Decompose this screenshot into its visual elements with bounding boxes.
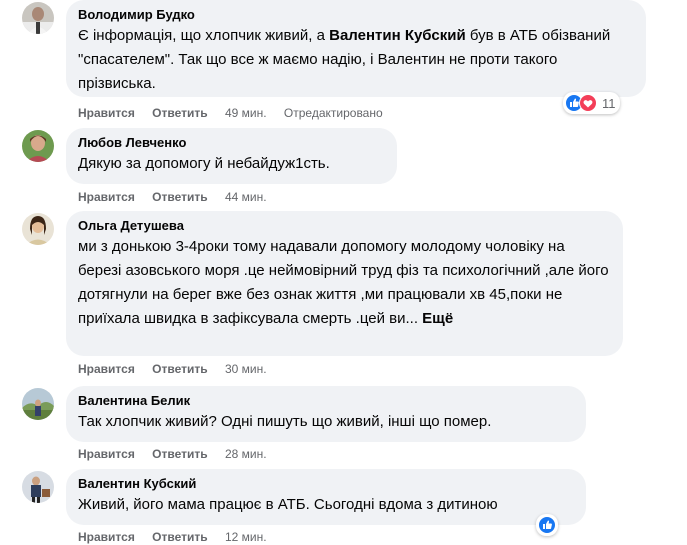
avatar[interactable] bbox=[22, 130, 54, 162]
comment-bubble: Володимир Будко Є інформація, що хлопчик… bbox=[66, 0, 646, 97]
comment-actions: Нравится Ответить 49 мин. Отредактирован… bbox=[78, 105, 397, 121]
edited-label: Отредактировано bbox=[283, 106, 383, 120]
like-button[interactable]: Нравится bbox=[78, 447, 135, 461]
reply-button[interactable]: Ответить bbox=[152, 190, 207, 204]
comment-bubble: Валентин Кубский Живий, його мама працює… bbox=[66, 469, 586, 525]
comment-text: ми з донькою 3-4роки тому надавали допом… bbox=[78, 238, 609, 327]
comment-author[interactable]: Валентина Белик bbox=[78, 393, 574, 409]
comment-bubble: Любов Левченко Дякую за допомогу й небай… bbox=[66, 128, 397, 184]
reply-button[interactable]: Ответить bbox=[152, 447, 207, 461]
comment-text: Є інформація, що хлопчик живий, а Валент… bbox=[78, 27, 611, 92]
avatar[interactable] bbox=[22, 471, 54, 503]
like-button[interactable]: Нравится bbox=[78, 530, 135, 544]
comment-actions: Нравится Ответить 44 мин. bbox=[78, 189, 281, 205]
comment-timestamp[interactable]: 44 мин. bbox=[225, 190, 267, 204]
like-button[interactable]: Нравится bbox=[78, 362, 135, 376]
reaction-summary[interactable] bbox=[536, 514, 558, 536]
comment-author[interactable]: Валентин Кубский bbox=[78, 476, 574, 492]
comment-text: Так хлопчик живий? Одні пишуть що живий,… bbox=[78, 413, 492, 430]
comment-text: Живий, його мама працює в АТБ. Сьогодні … bbox=[78, 496, 498, 513]
see-more-link[interactable]: Ещё bbox=[422, 310, 453, 327]
comment-timestamp[interactable]: 30 мин. bbox=[225, 362, 267, 376]
avatar[interactable] bbox=[22, 388, 54, 420]
reply-button[interactable]: Ответить bbox=[152, 362, 207, 376]
comment-text: Дякую за допомогу й небайдуж1сть. bbox=[78, 155, 330, 172]
comment-bubble: Ольга Детушева ми з донькою 3-4роки тому… bbox=[66, 211, 623, 356]
comment-timestamp[interactable]: 28 мин. bbox=[225, 447, 267, 461]
reaction-count: 11 bbox=[602, 95, 616, 111]
comment-timestamp[interactable]: 12 мин. bbox=[225, 530, 267, 544]
like-icon bbox=[538, 516, 556, 534]
comment-author[interactable]: Володимир Будко bbox=[78, 7, 634, 23]
reply-button[interactable]: Ответить bbox=[152, 106, 207, 120]
comment-actions: Нравится Ответить 28 мин. bbox=[78, 446, 281, 462]
comment-bubble: Валентина Белик Так хлопчик живий? Одні … bbox=[66, 386, 586, 442]
love-icon bbox=[579, 94, 597, 112]
reaction-summary[interactable]: 11 bbox=[563, 92, 620, 114]
comment-actions: Нравится Ответить 30 мин. bbox=[78, 361, 281, 377]
avatar[interactable] bbox=[22, 213, 54, 245]
like-button[interactable]: Нравится bbox=[78, 190, 135, 204]
like-button[interactable]: Нравится bbox=[78, 106, 135, 120]
avatar[interactable] bbox=[22, 2, 54, 34]
comment-author[interactable]: Ольга Детушева bbox=[78, 218, 611, 234]
reply-button[interactable]: Ответить bbox=[152, 530, 207, 544]
comment-author[interactable]: Любов Левченко bbox=[78, 135, 385, 151]
comment-timestamp[interactable]: 49 мин. bbox=[225, 106, 267, 120]
mentioned-name[interactable]: Валентин Кубский bbox=[329, 27, 466, 44]
